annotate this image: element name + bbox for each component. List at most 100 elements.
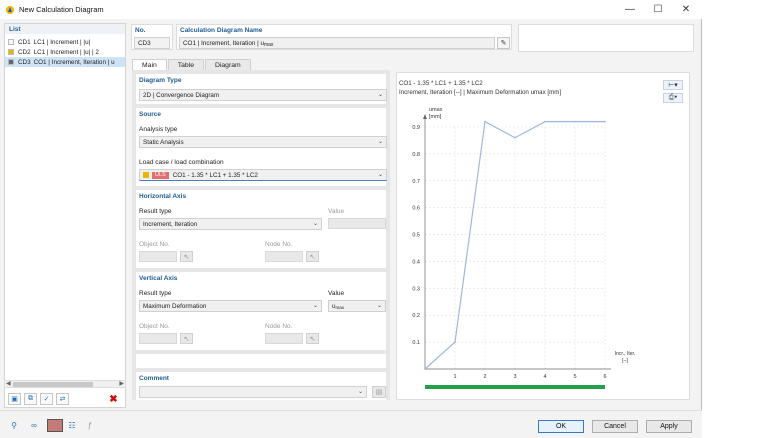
bottom-bar: ⚲ ∞ ☷ ƒ OK Cancel Apply [0,410,702,438]
color-button[interactable] [47,419,63,432]
ok-button[interactable]: OK [538,420,584,433]
dialog-window: New Calculation Diagram — ☐ ✕ List CD1 LC… [0,0,702,438]
h-object-no-label: Object No. [139,241,170,248]
tab-bar: Main Table Diagram [132,59,252,70]
units-button[interactable]: ∞ [26,419,42,432]
series-point [514,136,516,139]
convergence-chart: 0.1 0.2 0.3 0.4 0.5 0.6 0.7 0.8 0.9 1 2 3 4 5 6 umax[mm… [412,107,635,389]
chart-panel: CO1 - 1.35 * LC1 + 1.35 * LC2 Increment,… [396,72,690,400]
comment-section: Comment ⌄ ▤ [136,372,386,400]
v-object-no-field [139,333,177,344]
tab-diagram[interactable]: Diagram [204,59,251,70]
cancel-button[interactable]: Cancel [592,420,638,433]
tab-main[interactable]: Main [132,59,167,70]
new-item-button[interactable]: ▣ [8,393,21,405]
chevron-down-icon: ⌄ [312,221,318,227]
apply-button[interactable]: Apply [646,420,692,433]
edit-name-button[interactable]: ✎ [497,37,510,49]
y-axis-label: umax [429,107,443,113]
list-item-label: LC1 | Increment | |u| | 2 [33,48,99,56]
list-item[interactable]: CD3 CO1 | Increment, Iteration | u [5,57,125,67]
list-item-label: CO1 | Increment, Iteration | u [33,58,115,66]
scroll-right-icon[interactable]: ▶ [119,380,124,387]
list-item-color-swatch [8,49,14,55]
series-point [424,368,426,370]
x-tick-label: 1 [453,374,456,380]
series-point [454,341,456,344]
h-result-type-label: Result type [139,208,172,215]
comment-edit-icon[interactable]: ▤ [372,386,386,398]
search-button[interactable]: ⚲ [6,419,22,432]
list-item-code: CD2 [18,48,31,56]
v-object-no-label: Object No. [139,323,170,330]
units-icon: ∞ [31,421,37,430]
copy-item-button[interactable]: ⧉ [24,393,37,405]
y-axis-arrow [423,114,427,119]
comment-dropdown[interactable]: ⌄ [139,386,367,398]
form-panel: Diagram Type 2D | Convergence Diagram ⌄ … [132,70,390,400]
v-object-pick-icon: ↖ [180,333,193,344]
horizontal-axis-section: Horizontal Axis Result type Value Increm… [136,190,386,268]
uncheck-button[interactable]: ⇄ [56,393,69,405]
v-value-dropdown[interactable]: u max ⌄ [328,300,386,312]
number-field[interactable]: CD3 [134,37,170,49]
minimize-button[interactable]: — [616,0,644,19]
chevron-down-icon: ⌄ [377,172,383,178]
list-panel: List CD1 LC1 | Increment | |u| CD2 LC1 | In… [4,23,126,408]
series-point [484,120,486,123]
h-object-no-field [139,251,177,262]
diagram-type-dropdown[interactable]: 2D | Convergence Diagram ⌄ [139,89,387,101]
list-item-color-swatch [8,39,14,45]
y-tick-label: 0.6 [412,206,420,212]
y-tick-label: 0.5 [412,233,420,239]
number-box: No. CD3 [131,24,173,50]
series-point [604,120,606,123]
list-item[interactable]: CD2 LC1 | Increment | |u| | 2 [5,47,125,57]
source-label: Source [139,111,162,118]
function-button[interactable]: ƒ [82,419,98,432]
x-tick-label: 4 [543,374,546,380]
name-value: CO1 | Increment, Iteration | u [183,39,264,47]
load-dropdown[interactable]: ULS CO1 - 1.35 * LC1 + 1.35 * LC2 ⌄ [139,169,387,181]
v-result-type-label: Result type [139,290,172,297]
diagram-type-section: Diagram Type 2D | Convergence Diagram ⌄ [136,74,387,104]
analysis-type-label: Analysis type [139,126,178,133]
tab-table[interactable]: Table [167,59,204,70]
y-axis-unit: [mm] [429,114,442,120]
window-title: New Calculation Diagram [19,5,104,14]
h-value-label: Value [328,208,345,215]
v-value-label: Value [328,290,345,297]
list-horizontal-scrollbar[interactable]: ◀ ▶ [4,380,126,388]
y-tick-label: 0.1 [412,340,420,346]
chevron-down-icon: ⌄ [376,303,382,309]
info-button[interactable]: ☷ [64,419,80,432]
scroll-left-icon[interactable]: ◀ [6,380,11,387]
x-tick-label: 3 [513,374,516,380]
v-node-no-field [265,333,303,344]
source-section: Source Analysis type Static Analysis ⌄ L… [136,108,387,186]
v-node-no-label: Node No. [265,323,293,330]
info-icon: ☷ [68,421,76,430]
close-button[interactable]: ✕ [672,0,700,19]
list-item-code: CD3 [18,58,31,66]
scrollbar-thumb[interactable] [13,382,93,387]
load-value: CO1 - 1.35 * LC1 + 1.35 * LC2 [172,171,258,179]
analysis-type-dropdown[interactable]: Static Analysis ⌄ [139,136,387,148]
v-result-type-dropdown[interactable]: Maximum Deformation ⌄ [139,300,322,312]
h-object-pick-icon: ↖ [180,251,193,262]
v-node-pick-icon: ↖ [306,333,319,344]
y-tick-label: 0.8 [412,152,420,158]
diagram-type-label: Diagram Type [139,77,182,84]
y-tick-label: 0.9 [412,125,420,131]
x-axis-unit: [--] [622,358,629,364]
check-all-button[interactable]: ✓ [40,393,53,405]
maximize-button[interactable]: ☐ [644,0,672,19]
h-result-type-dropdown[interactable]: Increment, Iteration ⌄ [139,218,322,230]
list-item[interactable]: CD1 LC1 | Increment | |u| [5,37,125,47]
delete-item-button[interactable]: ✖ [107,393,120,405]
chevron-down-icon: ⌄ [312,303,318,309]
name-field[interactable]: CO1 | Increment, Iteration | u max [179,37,495,49]
h-node-no-field [265,251,303,262]
app-icon [6,5,14,14]
title-bar: New Calculation Diagram [0,0,702,19]
